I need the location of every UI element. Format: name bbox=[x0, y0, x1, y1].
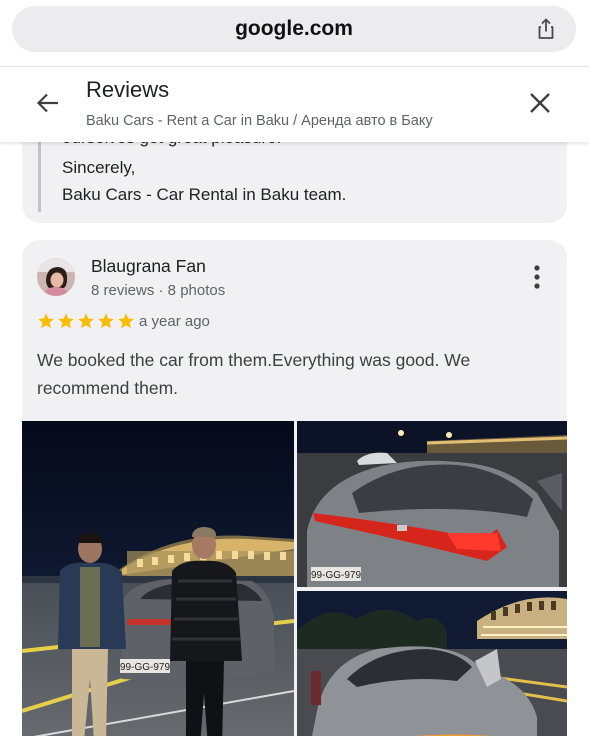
page-title: Reviews bbox=[86, 77, 170, 102]
reviewer-name[interactable]: Blaugrana Fan bbox=[91, 256, 206, 277]
reviews-header: Reviews Baku Cars - Rent a Car in Baku /… bbox=[0, 66, 589, 142]
license-plate: 99-GG-979 bbox=[311, 570, 361, 581]
arrow-back-icon[interactable] bbox=[34, 89, 62, 117]
photo-car-front-night[interactable] bbox=[297, 591, 567, 736]
star-rating bbox=[37, 312, 135, 332]
reply-line: Sincerely, bbox=[62, 158, 136, 177]
star-icon bbox=[58, 313, 74, 329]
url-text[interactable]: google.com bbox=[12, 6, 576, 52]
business-name: Baku Cars - Rent a Car in Baku / Аренда … bbox=[86, 113, 433, 129]
license-plate: 99-GG-979 bbox=[120, 662, 170, 673]
reply-line: Baku Cars - Car Rental in Baku team. bbox=[62, 185, 347, 204]
review-text: We booked the car from them.Everything w… bbox=[37, 350, 471, 398]
avatar[interactable] bbox=[37, 258, 75, 296]
photo-two-men-with-car[interactable]: 99-GG-979 bbox=[22, 421, 294, 736]
star-icon bbox=[98, 313, 114, 329]
more-options-icon[interactable] bbox=[533, 264, 541, 290]
address-bar[interactable]: google.com bbox=[12, 6, 576, 52]
star-icon bbox=[118, 313, 134, 329]
share-icon[interactable] bbox=[534, 17, 558, 41]
review-date: a year ago bbox=[139, 313, 210, 330]
close-icon[interactable] bbox=[527, 90, 553, 116]
photo-car-rear-lights[interactable]: 99-GG-979 bbox=[297, 421, 567, 587]
browser-toolbar: google.com bbox=[0, 0, 589, 66]
reviewer-stats: 8 reviews · 8 photos bbox=[91, 282, 226, 299]
star-icon bbox=[38, 313, 54, 329]
star-icon bbox=[78, 313, 94, 329]
review-card: Blaugrana Fan 8 reviews · 8 photos a yea… bbox=[22, 240, 567, 736]
